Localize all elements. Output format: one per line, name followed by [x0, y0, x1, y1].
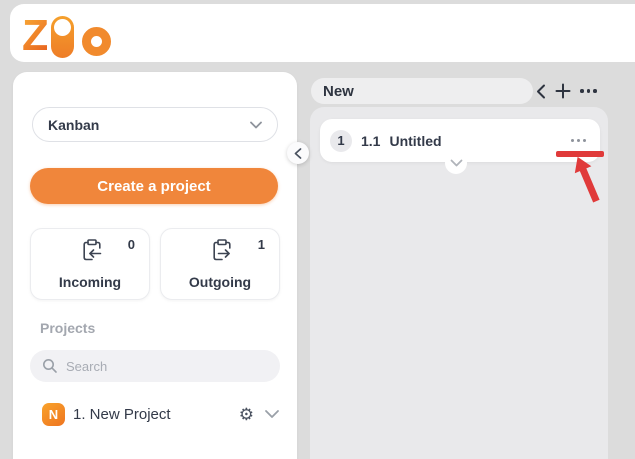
gear-icon[interactable]: ⚙ — [239, 406, 254, 423]
add-card-button[interactable] — [555, 83, 571, 99]
projects-heading: Projects — [40, 320, 95, 336]
project-chevron-down-icon[interactable] — [264, 409, 280, 419]
project-badge: N — [42, 403, 65, 426]
logo-letter-z: Z — [22, 14, 47, 58]
column-title-field[interactable]: New — [311, 78, 533, 104]
project-row[interactable]: N 1. New Project ⚙ — [30, 398, 280, 430]
search-box[interactable] — [30, 350, 280, 382]
card-code: 1.1 — [361, 133, 380, 149]
topbar: Z — [10, 4, 635, 62]
ellipsis-icon — [571, 139, 586, 142]
chevron-down-icon — [450, 159, 463, 167]
sidebar-collapse-button[interactable] — [287, 142, 309, 164]
sidebar: Kanban Create a project 0 Incoming 1 — [13, 72, 297, 459]
clipboard-import-icon — [79, 238, 105, 264]
plus-icon — [555, 83, 571, 99]
logo-i-dot — [54, 19, 71, 36]
outgoing-count: 1 — [258, 237, 265, 252]
search-icon — [42, 358, 58, 374]
view-select[interactable]: Kanban — [32, 107, 278, 142]
card-title: Untitled — [389, 133, 571, 149]
zio-logo[interactable]: Z — [22, 10, 111, 58]
incoming-label: Incoming — [31, 274, 149, 290]
column-title: New — [323, 83, 354, 100]
card-index-badge: 1 — [330, 130, 352, 152]
clipboard-export-icon — [209, 238, 235, 264]
search-input[interactable] — [66, 359, 268, 374]
incoming-card[interactable]: 0 Incoming — [30, 228, 150, 300]
project-name: 1. New Project — [73, 406, 239, 423]
chevron-left-icon — [536, 84, 546, 99]
column-collapse-button[interactable] — [536, 84, 546, 99]
logo-letter-i — [51, 16, 74, 58]
column-menu-button[interactable] — [580, 89, 597, 93]
card-expand-button[interactable] — [445, 152, 467, 174]
card-menu-button[interactable] — [571, 139, 586, 142]
chevron-left-icon — [294, 148, 302, 159]
incoming-count: 0 — [128, 237, 135, 252]
logo-letter-o — [82, 27, 111, 56]
annotation-arrow-icon — [567, 153, 607, 208]
ellipsis-icon — [580, 89, 597, 93]
view-select-value: Kanban — [48, 117, 99, 133]
outgoing-label: Outgoing — [161, 274, 279, 290]
create-project-button[interactable]: Create a project — [30, 168, 278, 204]
column-toolbar — [536, 80, 597, 102]
outgoing-card[interactable]: 1 Outgoing — [160, 228, 280, 300]
chevron-down-icon — [250, 121, 262, 129]
